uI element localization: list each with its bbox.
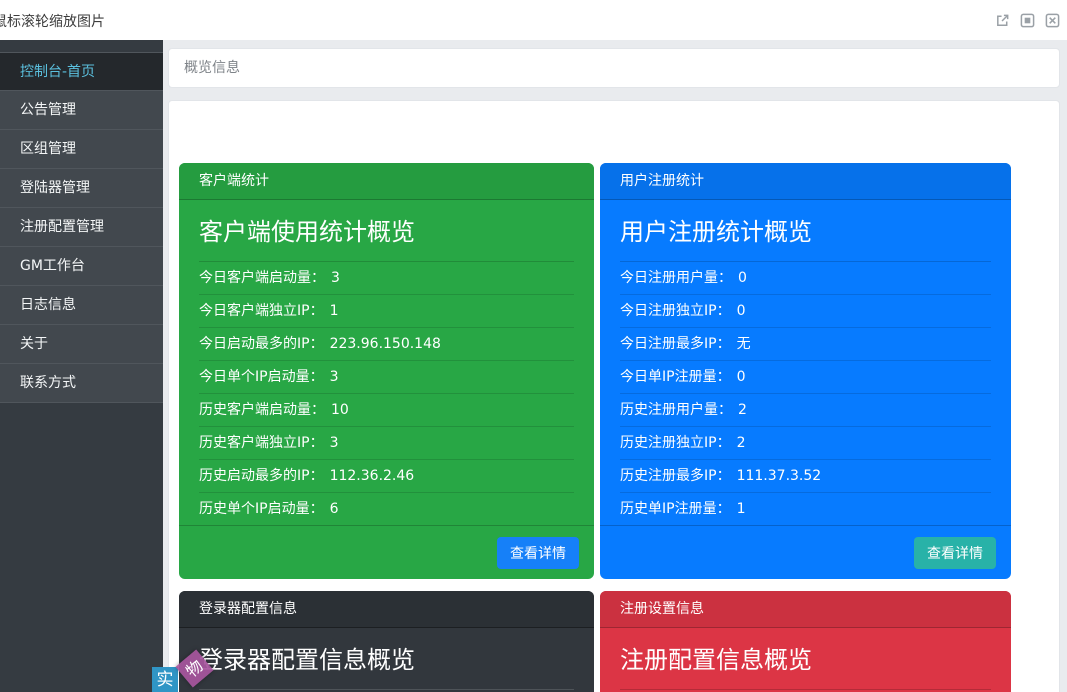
card-body: 注册配置信息概览 注册送金元宝：123456 注册送银元宝：12346: [600, 628, 1011, 692]
sidebar-item-register-config[interactable]: 注册配置管理: [0, 208, 163, 247]
stat-value: 111.37.3.52: [737, 468, 822, 484]
viewer-toolbar: 鼠标滚轮缩放图片: [0, 0, 1067, 40]
stat-label: 今日注册最多IP：: [620, 336, 731, 352]
stat-label: 今日注册用户量：: [620, 270, 732, 286]
sidebar: 控制台-首页 公告管理 区组管理 登陆器管理 注册配置管理 GM工作台 日志信息…: [0, 40, 163, 692]
stat-value: 6: [330, 501, 339, 517]
stat-row: 历史客户端启动量： 10: [199, 394, 574, 427]
stat-value: 3: [331, 270, 340, 286]
stat-value: 223.96.150.148: [330, 336, 441, 352]
stat-label: 今日启动最多的IP：: [199, 336, 324, 352]
sidebar-item-zone-groups[interactable]: 区组管理: [0, 130, 163, 169]
stat-row: 历史注册最多IP： 111.37.3.52: [620, 460, 991, 493]
stat-row: 历史注册用户量： 2: [620, 394, 991, 427]
sidebar-item-launcher[interactable]: 登陆器管理: [0, 169, 163, 208]
stat-value: 0: [737, 369, 746, 385]
stat-label: 今日单IP注册量：: [620, 369, 731, 385]
card-register-config: 注册设置信息 注册配置信息概览 注册送金元宝：123456 注册送银元宝：123…: [600, 591, 1011, 692]
card-title: 注册配置信息概览: [620, 628, 991, 690]
stat-label: 历史单IP注册量：: [620, 501, 731, 517]
sidebar-item-console-home[interactable]: 控制台-首页: [0, 52, 163, 91]
sidebar-item-gm-workbench[interactable]: GM工作台: [0, 247, 163, 286]
stat-row: 历史注册独立IP： 2: [620, 427, 991, 460]
stat-row: 今日客户端启动量： 3: [199, 262, 574, 295]
page-title: 概览信息: [184, 60, 240, 76]
sidebar-item-contact[interactable]: 联系方式: [0, 364, 163, 403]
card-register-stats: 用户注册统计 用户注册统计概览 今日注册用户量： 0 今日注册独立IP： 0 今日注…: [600, 163, 1011, 579]
open-in-new-window-icon[interactable]: [995, 13, 1010, 28]
card-body: 用户注册统计概览 今日注册用户量： 0 今日注册独立IP： 0 今日注册最多IP： 无…: [600, 200, 1011, 526]
card-header: 客户端统计: [179, 163, 594, 200]
zoomed-image[interactable]: 控制台-首页 公告管理 区组管理 登陆器管理 注册配置管理 GM工作台 日志信息…: [0, 40, 1067, 692]
stat-row: 历史单IP注册量： 1: [620, 493, 991, 526]
stat-label: 历史客户端启动量：: [199, 402, 325, 418]
stat-row: 今日注册用户量： 0: [620, 262, 991, 295]
sidebar-item-logs[interactable]: 日志信息: [0, 286, 163, 325]
stat-row: 今日单IP注册量： 0: [620, 361, 991, 394]
sidebar-item-announcements[interactable]: 公告管理: [0, 91, 163, 130]
card-title: 用户注册统计概览: [620, 200, 991, 262]
stat-value: 1: [737, 501, 746, 517]
stat-value: 3: [330, 369, 339, 385]
view-details-button[interactable]: 查看详情: [914, 537, 996, 569]
card-header: 用户注册统计: [600, 163, 1011, 200]
close-icon[interactable]: [1045, 13, 1060, 28]
content-panel: 客户端统计 客户端使用统计概览 今日客户端启动量： 3 今日客户端独立IP： 1 今…: [168, 100, 1060, 692]
stat-value: 2: [738, 402, 747, 418]
stat-value: 无: [737, 336, 751, 352]
stat-label: 今日客户端启动量：: [199, 270, 325, 286]
stat-value: 2: [737, 435, 746, 451]
view-details-button[interactable]: 查看详情: [497, 537, 579, 569]
stat-value: 112.36.2.46: [330, 468, 415, 484]
floating-badge-shi[interactable]: 实: [152, 667, 178, 692]
card-body: 登录器配置信息概览 区组数量：1 公告数量：1: [179, 628, 594, 692]
page-header: 概览信息: [168, 48, 1060, 88]
stat-label: 历史注册最多IP：: [620, 468, 731, 484]
stat-value: 0: [738, 270, 747, 286]
card-header: 注册设置信息: [600, 591, 1011, 628]
stat-label: 历史客户端独立IP：: [199, 435, 324, 451]
stat-row: 历史启动最多的IP： 112.36.2.46: [199, 460, 574, 493]
stat-row: 今日注册最多IP： 无: [620, 328, 991, 361]
stat-label: 历史注册独立IP：: [620, 435, 731, 451]
window-controls: [995, 13, 1060, 28]
stat-label: 今日单个IP启动量：: [199, 369, 324, 385]
stat-label: 历史注册用户量：: [620, 402, 732, 418]
restore-window-icon[interactable]: [1020, 13, 1035, 28]
stat-label: 今日客户端独立IP：: [199, 303, 324, 319]
stat-label: 今日注册独立IP：: [620, 303, 731, 319]
stat-value: 0: [737, 303, 746, 319]
stat-row: 历史单个IP启动量： 6: [199, 493, 574, 526]
stat-row: 历史客户端独立IP： 3: [199, 427, 574, 460]
stat-label: 历史单个IP启动量：: [199, 501, 324, 517]
card-body: 客户端使用统计概览 今日客户端启动量： 3 今日客户端独立IP： 1 今日启动最多的…: [179, 200, 594, 526]
sidebar-menu: 控制台-首页 公告管理 区组管理 登陆器管理 注册配置管理 GM工作台 日志信息…: [0, 52, 163, 403]
card-launcher-config: 登录器配置信息 登录器配置信息概览 区组数量：1 公告数量：1: [179, 591, 594, 692]
card-title: 客户端使用统计概览: [199, 200, 574, 262]
stat-value: 1: [330, 303, 339, 319]
stat-row: 今日单个IP启动量： 3: [199, 361, 574, 394]
viewer-caption: 鼠标滚轮缩放图片: [0, 11, 105, 31]
stat-label: 历史启动最多的IP：: [199, 468, 324, 484]
card-footer: 查看详情: [600, 525, 1011, 579]
card-footer: 查看详情: [179, 525, 594, 579]
sidebar-item-about[interactable]: 关于: [0, 325, 163, 364]
stat-value: 3: [330, 435, 339, 451]
stat-row: 今日启动最多的IP： 223.96.150.148: [199, 328, 574, 361]
card-title: 登录器配置信息概览: [199, 628, 574, 690]
card-header: 登录器配置信息: [179, 591, 594, 628]
card-client-stats: 客户端统计 客户端使用统计概览 今日客户端启动量： 3 今日客户端独立IP： 1 今…: [179, 163, 594, 579]
stat-row: 今日注册独立IP： 0: [620, 295, 991, 328]
stat-row: 今日客户端独立IP： 1: [199, 295, 574, 328]
stat-value: 10: [331, 402, 349, 418]
